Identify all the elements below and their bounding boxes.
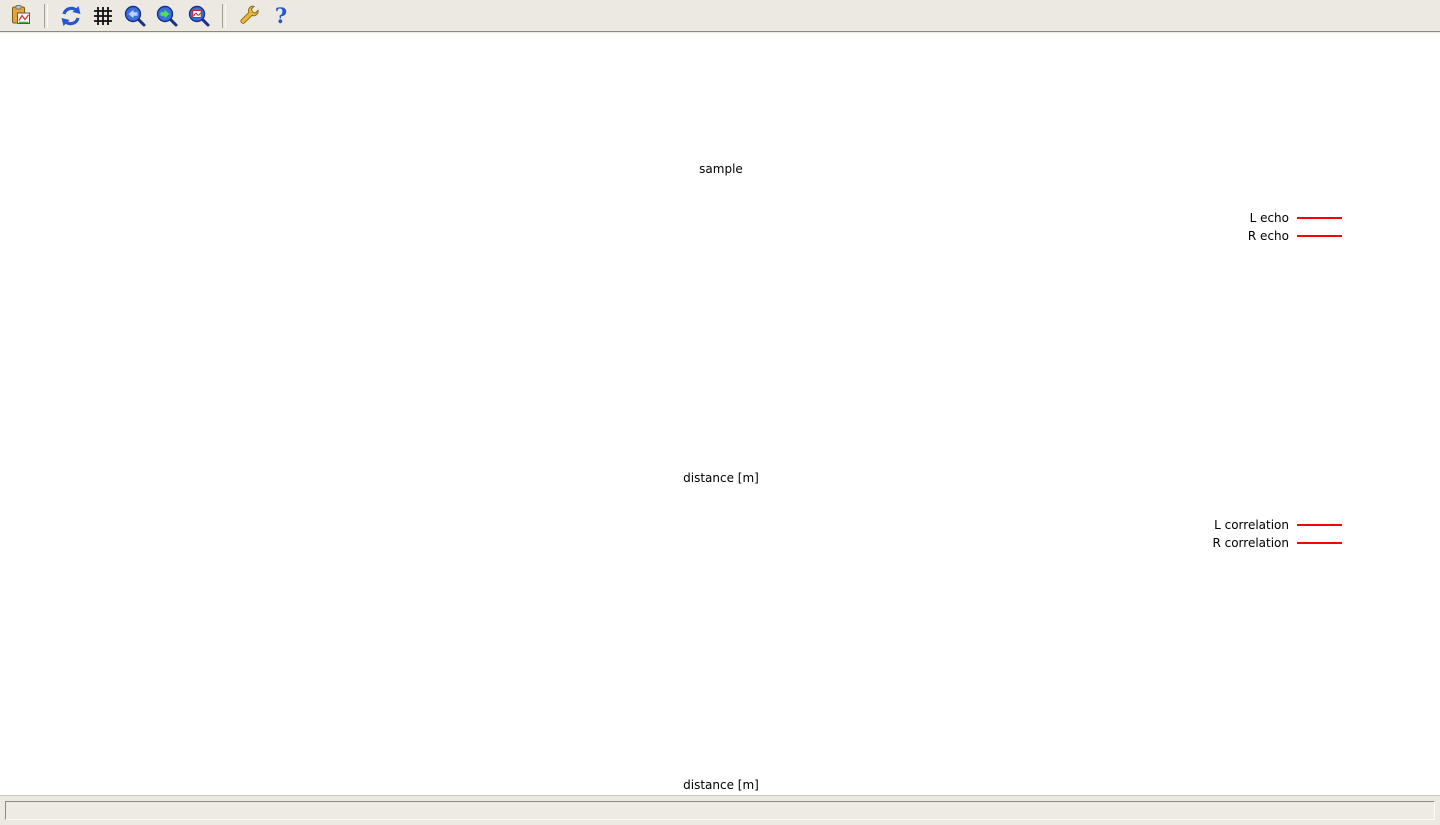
legend-line-sample (1297, 542, 1342, 544)
config-icon (237, 4, 261, 28)
legend-line-sample (1297, 235, 1342, 237)
replot-icon (59, 4, 83, 28)
svg-text:?: ? (275, 4, 287, 28)
apply-zoom-icon (187, 4, 211, 28)
plot1-xlabel: sample (90, 162, 1352, 176)
help-button[interactable]: ? (268, 3, 294, 29)
legend-label: R echo (1248, 229, 1289, 243)
toolbar-separator (44, 4, 48, 28)
zoom-previous-icon (123, 4, 147, 28)
plots-canvas[interactable] (0, 33, 1440, 795)
plot2-xlabel: distance [m] (90, 471, 1352, 485)
plot3-legend: L correlation R correlation (1212, 516, 1342, 552)
status-field (5, 801, 1435, 820)
status-bar (0, 795, 1440, 825)
legend-entry: R correlation (1212, 534, 1342, 552)
zoom-next-button[interactable] (154, 3, 180, 29)
copy-plot-button[interactable] (8, 3, 34, 29)
plot2-legend: L echo R echo (1248, 209, 1342, 245)
legend-label: R correlation (1212, 536, 1289, 550)
toolbar-separator (222, 4, 226, 28)
zoom-next-icon (155, 4, 179, 28)
legend-line-sample (1297, 217, 1342, 219)
apply-zoom-button[interactable] (186, 3, 212, 29)
help-icon: ? (269, 4, 293, 28)
legend-entry: L correlation (1212, 516, 1342, 534)
legend-entry: R echo (1248, 227, 1342, 245)
legend-label: L correlation (1214, 518, 1289, 532)
config-button[interactable] (236, 3, 262, 29)
copy-plot-icon (9, 4, 33, 28)
grid-button[interactable] (90, 3, 116, 29)
zoom-previous-button[interactable] (122, 3, 148, 29)
legend-label: L echo (1250, 211, 1289, 225)
legend-line-sample (1297, 524, 1342, 526)
grid-icon (91, 4, 115, 28)
plot3-xlabel: distance [m] (90, 778, 1352, 792)
legend-entry: L echo (1248, 209, 1342, 227)
replot-button[interactable] (58, 3, 84, 29)
toolbar: ? (0, 0, 1440, 32)
gnuplot-window: ? sample distance [m] distance [m] L ech… (0, 0, 1440, 825)
